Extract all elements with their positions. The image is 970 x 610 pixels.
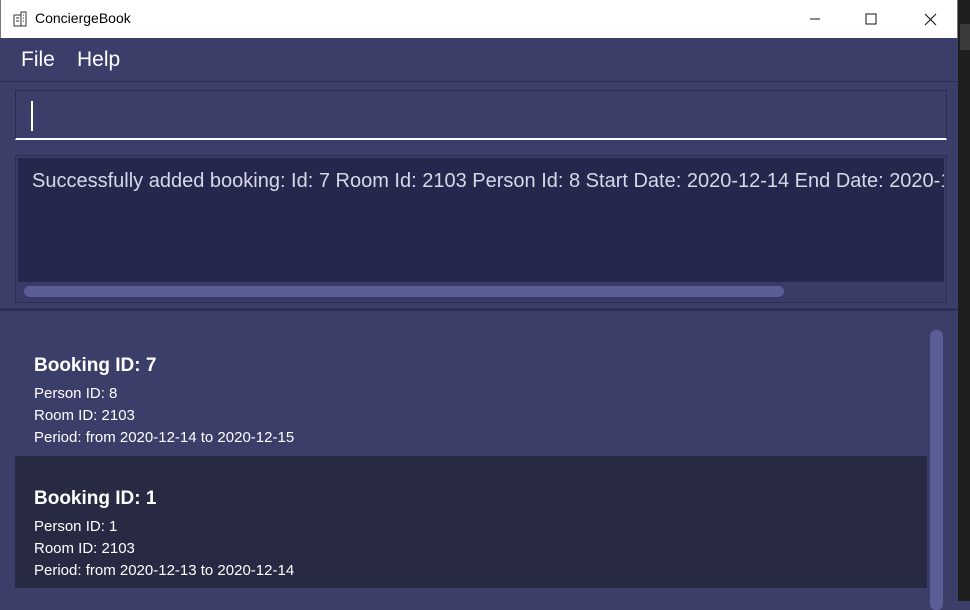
result-display: Successfully added booking: Id: 7 Room I… (15, 155, 947, 303)
booking-card[interactable]: Booking ID: 7 Person ID: 8 Room ID: 2103… (15, 323, 927, 455)
booking-list: Booking ID: 7 Person ID: 8 Room ID: 2103… (0, 311, 958, 610)
booking-room-id: Room ID: 2103 (34, 540, 135, 557)
booking-period: Period: from 2020-12-13 to 2020-12-14 (34, 562, 295, 579)
desktop-background (958, 0, 970, 601)
close-button[interactable] (901, 0, 959, 38)
command-box[interactable] (15, 90, 947, 140)
booking-room-id: Room ID: 2103 (34, 407, 135, 424)
minimize-icon (809, 13, 821, 25)
result-message: Successfully added booking: Id: 7 Room I… (32, 170, 944, 192)
window-title: ConciergeBook (35, 10, 131, 26)
maximize-icon (865, 13, 877, 25)
booking-id: Booking ID: 1 (34, 488, 157, 509)
booking-person-id: Person ID: 8 (34, 385, 118, 402)
maximize-button[interactable] (842, 0, 900, 38)
title-bar[interactable]: ConciergeBook (0, 0, 958, 38)
booking-person-id: Person ID: 1 (34, 518, 118, 535)
booking-period: Period: from 2020-12-14 to 2020-12-15 (34, 429, 295, 446)
minimize-button[interactable] (786, 0, 844, 38)
booking-card-selected[interactable]: Booking ID: 1 Person ID: 1 Room ID: 2103… (15, 456, 927, 588)
menu-bar: File Help (0, 38, 958, 82)
vertical-scrollbar[interactable] (930, 330, 943, 610)
building-icon (13, 11, 27, 27)
result-text-area[interactable]: Successfully added booking: Id: 7 Room I… (18, 158, 944, 282)
horizontal-scrollbar[interactable] (24, 286, 784, 297)
close-icon (924, 13, 937, 26)
command-input[interactable] (16, 91, 946, 138)
booking-id: Booking ID: 7 (34, 355, 157, 376)
text-caret (31, 101, 33, 131)
desktop-background-detail (960, 24, 970, 50)
menu-help[interactable]: Help (77, 48, 120, 72)
menu-file[interactable]: File (21, 48, 55, 72)
